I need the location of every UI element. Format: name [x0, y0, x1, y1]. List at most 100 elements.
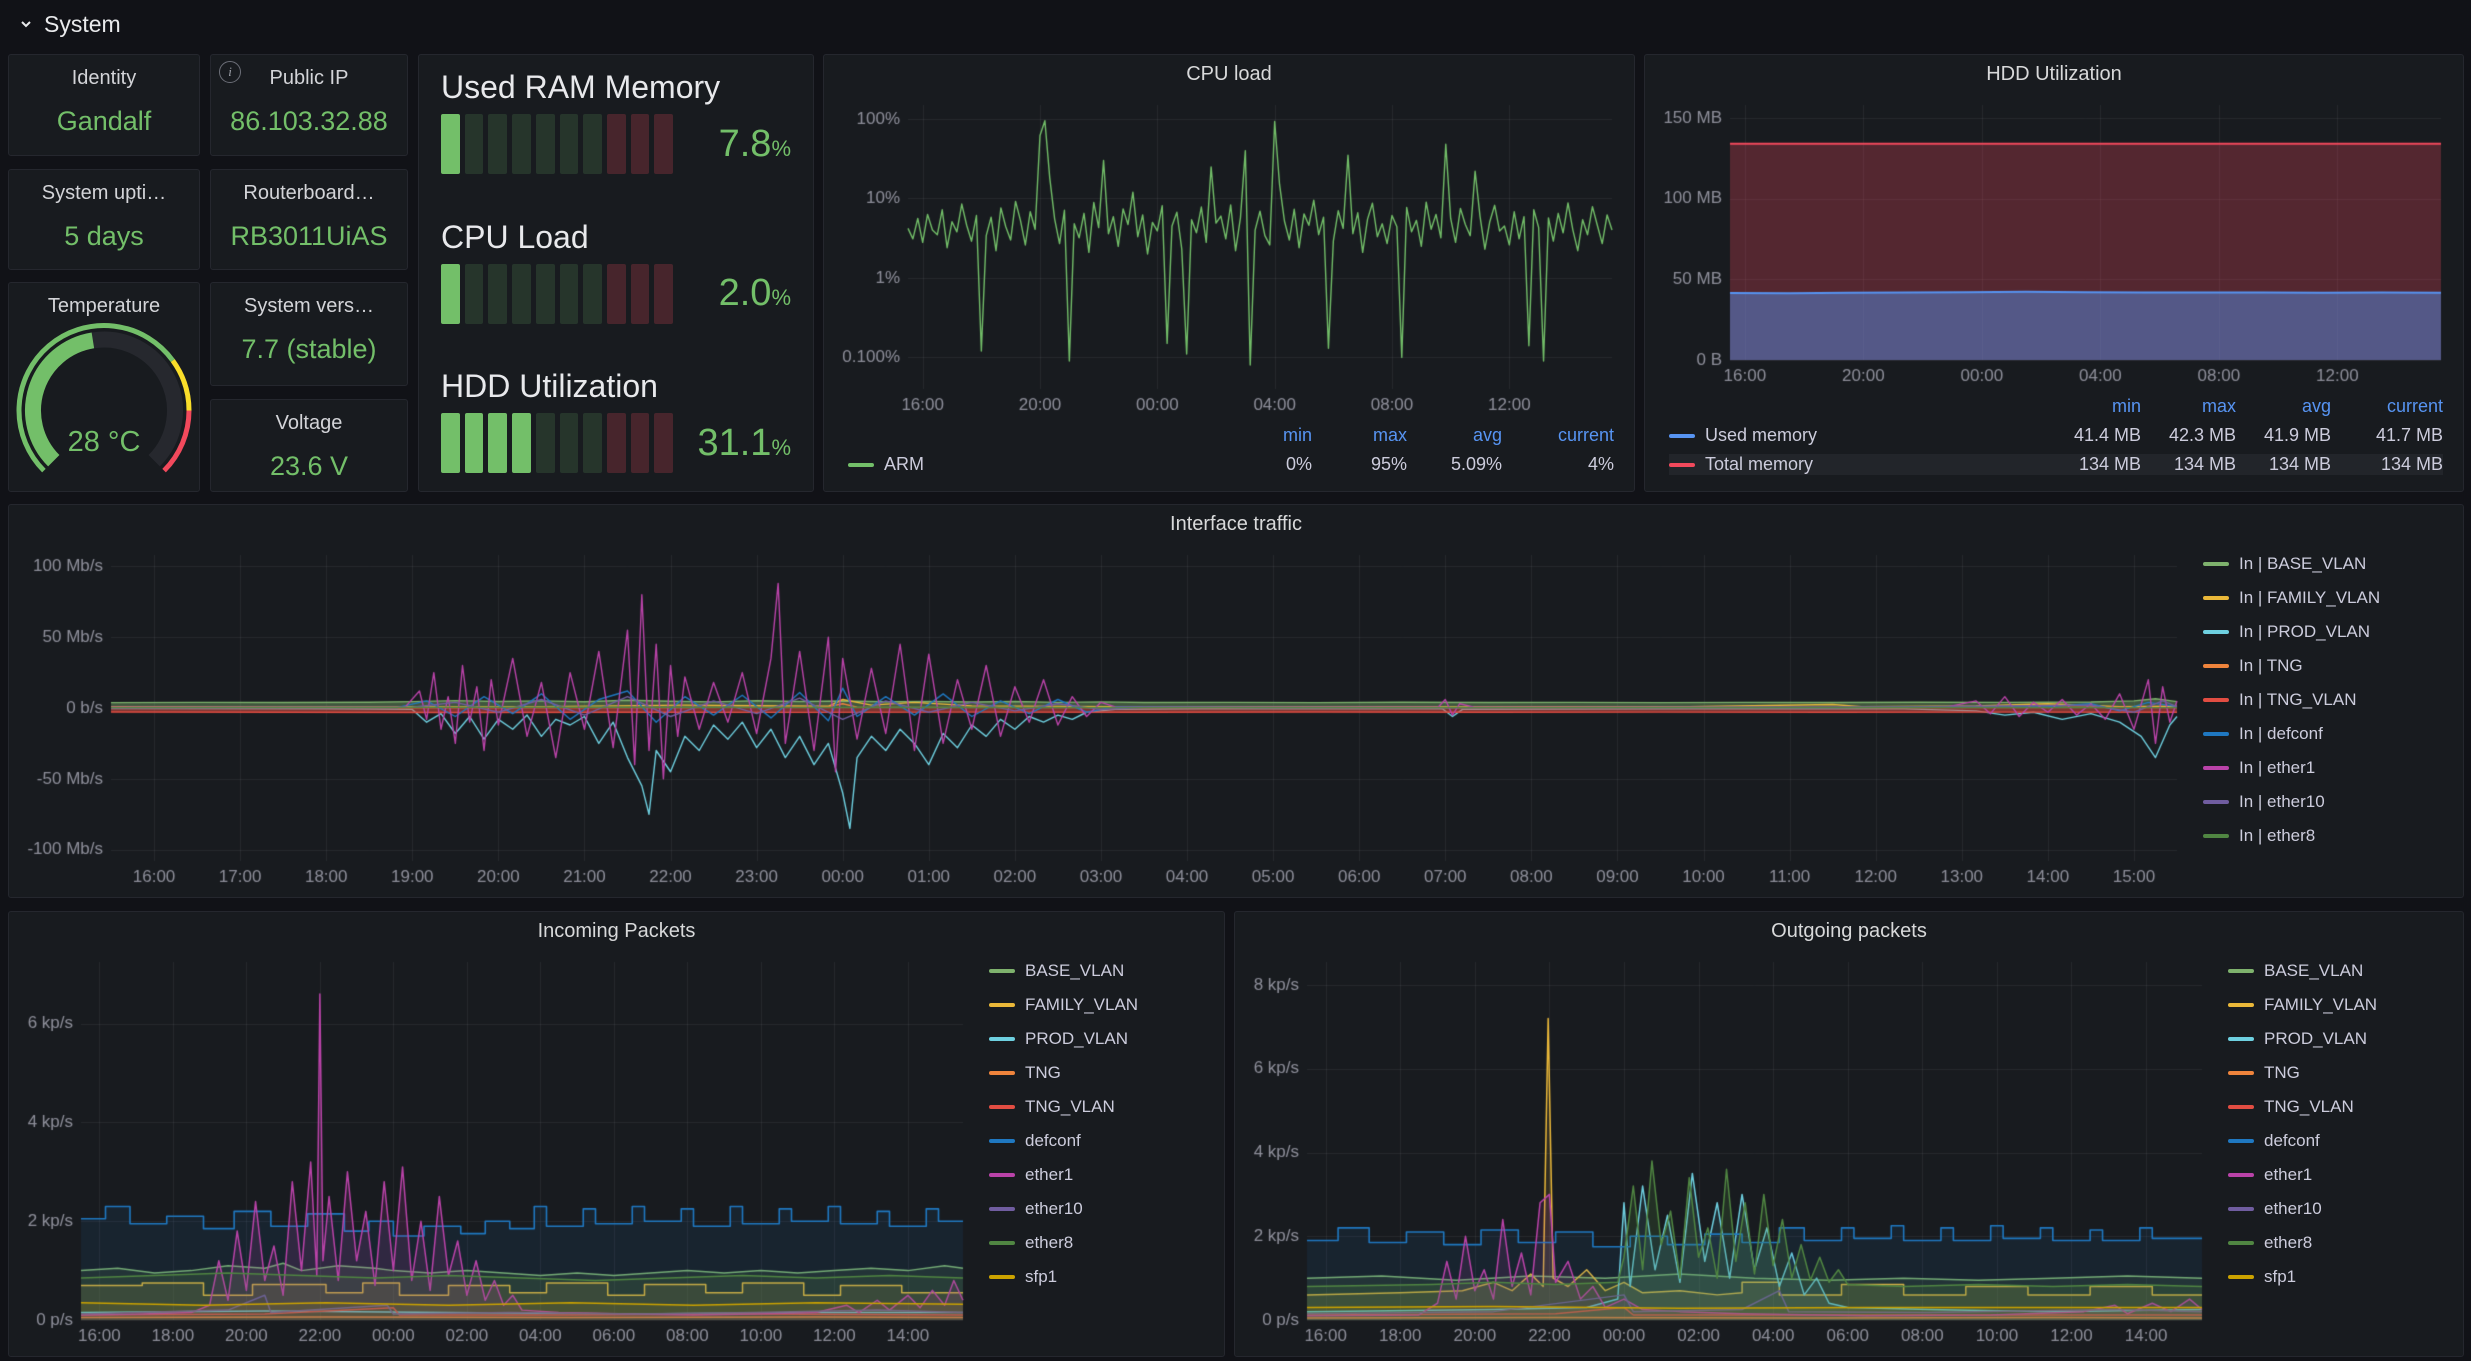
legend-col-max[interactable]: max	[2141, 396, 2236, 417]
stat-value: 86.103.32.88	[230, 106, 388, 136]
legend-max-value: 95%	[1370, 454, 1407, 474]
legend-item[interactable]: ether1	[989, 1158, 1214, 1192]
legend-item[interactable]: PROD_VLAN	[2228, 1022, 2453, 1056]
legend-item[interactable]: In | defconf	[2203, 717, 2453, 751]
legend-item[interactable]: FAMILY_VLAN	[2228, 988, 2453, 1022]
legend-current-value: 4%	[1587, 454, 1614, 474]
legend-col-current[interactable]: current	[1502, 425, 1614, 446]
chart-canvas[interactable]	[834, 93, 1624, 419]
outgoing-packets-chart[interactable]	[1245, 950, 2214, 1350]
legend-item[interactable]: defconf	[989, 1124, 1214, 1158]
series-label: In | BASE_VLAN	[2239, 554, 2367, 573]
legend-item[interactable]: Total memory	[1669, 454, 2046, 475]
legend-item[interactable]: FAMILY_VLAN	[989, 988, 1214, 1022]
hdd-utilization-chart[interactable]	[1655, 93, 2453, 390]
series-color-swatch	[2228, 1037, 2254, 1041]
panel-title[interactable]: Outgoing packets	[1235, 912, 2463, 950]
panel-title[interactable]: Incoming Packets	[9, 912, 1224, 950]
series-label: sfp1	[1025, 1267, 1058, 1286]
panel-identity: Identity Gandalf	[8, 54, 200, 156]
series-label: defconf	[2264, 1131, 2320, 1150]
cpu-load-chart[interactable]	[834, 93, 1624, 419]
legend-item[interactable]: In | TNG_VLAN	[2203, 683, 2453, 717]
series-color-swatch	[2203, 630, 2229, 634]
legend-item[interactable]: TNG	[2228, 1056, 2453, 1090]
bar-gauge-cell	[512, 263, 531, 324]
legend-item[interactable]: ether1	[2228, 1158, 2453, 1192]
series-label: ether10	[1025, 1199, 1083, 1218]
panel-public-ip: i Public IP 86.103.32.88	[210, 54, 408, 156]
legend-item[interactable]: ether8	[2228, 1226, 2453, 1260]
legend-item[interactable]: In | ether1	[2203, 751, 2453, 785]
legend-min-value: 134 MB	[2046, 454, 2141, 475]
bar-gauge-cell	[464, 263, 484, 324]
legend-col-current[interactable]: current	[2331, 396, 2443, 417]
legend-item[interactable]: TNG_VLAN	[989, 1090, 1214, 1124]
legend-col-avg[interactable]: avg	[1407, 425, 1502, 446]
bar-gauge-value: 31.1%	[697, 421, 791, 464]
panel-info-icon[interactable]: i	[219, 61, 241, 83]
hdd-legend: min max avg current Used memory 41.4 MB …	[1655, 390, 2453, 485]
stat-title: System upti…	[41, 182, 167, 204]
panel-title-text: Outgoing packets	[1771, 919, 1927, 942]
legend-col-avg[interactable]: avg	[2236, 396, 2331, 417]
panel-title[interactable]: HDD Utilization	[1645, 55, 2463, 93]
legend-item[interactable]: TNG_VLAN	[2228, 1090, 2453, 1124]
legend-item[interactable]: ether10	[989, 1192, 1214, 1226]
interface-traffic-chart[interactable]	[19, 543, 2189, 891]
series-label: In | ether1	[2239, 758, 2316, 777]
series-label: ARM	[884, 454, 924, 474]
legend-item[interactable]: In | PROD_VLAN	[2203, 615, 2453, 649]
chart-canvas[interactable]	[1245, 950, 2214, 1350]
legend-item[interactable]: PROD_VLAN	[989, 1022, 1214, 1056]
chart-canvas[interactable]	[19, 543, 2189, 891]
series-color-swatch	[2203, 800, 2229, 804]
chart-canvas[interactable]	[19, 950, 975, 1350]
row-header-system[interactable]: System	[18, 8, 121, 40]
panel-system-version: System vers… 7.7 (stable)	[210, 282, 408, 386]
series-label: BASE_VLAN	[2264, 961, 2364, 980]
legend-item[interactable]: ARM	[848, 454, 1217, 475]
legend-item[interactable]: In | FAMILY_VLAN	[2203, 581, 2453, 615]
legend-item[interactable]: TNG	[989, 1056, 1214, 1090]
bar-gauge-segments	[441, 413, 674, 473]
panel-title-text: Interface traffic	[1170, 512, 1302, 535]
chart-canvas[interactable]	[1655, 93, 2453, 390]
stat-title: Routerboard…	[243, 182, 375, 204]
legend-item[interactable]: BASE_VLAN	[989, 954, 1214, 988]
legend-col-max[interactable]: max	[1312, 425, 1407, 446]
panel-title[interactable]: Interface traffic	[9, 505, 2463, 543]
series-label: BASE_VLAN	[1025, 961, 1125, 980]
legend-item[interactable]: ether8	[989, 1226, 1214, 1260]
incoming-packets-chart[interactable]	[19, 950, 975, 1350]
legend-item[interactable]: In | TNG	[2203, 649, 2453, 683]
series-color-swatch	[989, 1275, 1015, 1279]
legend-item[interactable]: In | ether8	[2203, 819, 2453, 853]
legend-item[interactable]: In | BASE_VLAN	[2203, 547, 2453, 581]
bar-gauge-value: 7.8%	[718, 122, 791, 165]
legend-col-min[interactable]: min	[2046, 396, 2141, 417]
panel-title[interactable]: CPU load	[824, 55, 1634, 93]
bar-gauge-cell	[583, 263, 602, 324]
series-label: PROD_VLAN	[1025, 1029, 1128, 1048]
legend-avg-value: 41.9 MB	[2263, 425, 2331, 445]
chevron-down-icon	[21, 21, 31, 28]
series-label: TNG	[2264, 1063, 2300, 1082]
series-label: ether10	[2264, 1199, 2322, 1218]
bar-gauge-value: 2.0%	[718, 272, 791, 314]
series-color-swatch	[2203, 834, 2229, 838]
legend-item[interactable]: ether10	[2228, 1192, 2453, 1226]
series-color-swatch	[2228, 1105, 2254, 1109]
bar-gauge-title: HDD Utilization	[441, 368, 658, 404]
series-color-swatch	[989, 1105, 1015, 1109]
legend-item[interactable]: sfp1	[989, 1260, 1214, 1294]
legend-item[interactable]: Used memory	[1669, 425, 2046, 446]
bar-gauge: CPU Load 2.0%	[441, 219, 791, 324]
legend-col-min[interactable]: min	[1217, 425, 1312, 446]
legend-item[interactable]: In | ether10	[2203, 785, 2453, 819]
legend-item[interactable]: BASE_VLAN	[2228, 954, 2453, 988]
bar-gauge-segments	[441, 114, 674, 174]
legend-item[interactable]: sfp1	[2228, 1260, 2453, 1294]
bar-gauge-cell	[464, 114, 484, 174]
legend-item[interactable]: defconf	[2228, 1124, 2453, 1158]
